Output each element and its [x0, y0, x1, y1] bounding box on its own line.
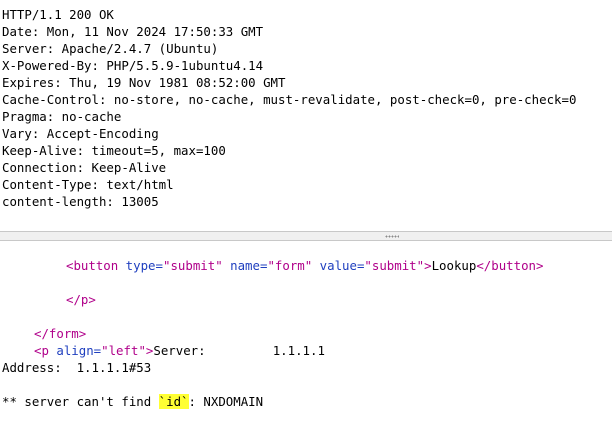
- p-align-value: "left": [101, 343, 146, 358]
- button-name-attr: name=: [222, 258, 268, 273]
- header-content-length: content-length: 13005: [2, 194, 159, 209]
- header-keep-alive: Keep-Alive: timeout=5, max=100: [2, 143, 226, 158]
- button-open-tag: <button: [66, 258, 119, 273]
- button-markup-line: <button type="submit" name="form" value=…: [66, 257, 543, 274]
- address-line: Address: 1.1.1.1#53: [2, 360, 152, 375]
- header-content-type: Content-Type: text/html: [2, 177, 174, 192]
- error-prefix: ** server can't find: [2, 394, 159, 409]
- button-name-value: "form": [267, 258, 313, 273]
- p-close-tag: </p>: [66, 292, 96, 307]
- button-value-attr: value=: [312, 258, 365, 273]
- splitter-grip-icon[interactable]: [385, 235, 399, 238]
- server-text: Server: 1.1.1.1: [153, 343, 325, 358]
- button-tag-end: >: [424, 258, 432, 273]
- search-highlight: `id`: [158, 394, 189, 409]
- button-type-value: "submit": [162, 258, 223, 273]
- button-type-attr: type=: [118, 258, 163, 273]
- header-date: Date: Mon, 11 Nov 2024 17:50:33 GMT: [2, 24, 264, 39]
- header-expires: Expires: Thu, 19 Nov 1981 08:52:00 GMT: [2, 75, 286, 90]
- status-line: HTTP/1.1 200 OK: [2, 7, 114, 22]
- response-headers-pane[interactable]: HTTP/1.1 200 OK Date: Mon, 11 Nov 2024 1…: [0, 0, 612, 231]
- header-pragma: Pragma: no-cache: [2, 109, 122, 124]
- p-open-tag: <p: [34, 343, 49, 358]
- pane-splitter[interactable]: [0, 231, 612, 241]
- error-line: ** server can't find `id`: NXDOMAIN: [2, 393, 263, 410]
- form-close-line: </form>: [34, 325, 86, 342]
- response-body-pane[interactable]: <button type="submit" name="form" value=…: [0, 241, 612, 428]
- button-text: Lookup: [431, 258, 477, 273]
- header-x-powered-by: X-Powered-By: PHP/5.5.9-1ubuntu4.14: [2, 58, 264, 73]
- header-server: Server: Apache/2.4.7 (Ubuntu): [2, 41, 219, 56]
- p-close-line: </p>: [66, 291, 96, 308]
- p-align-attr: align=: [48, 343, 102, 358]
- p-open-line: <p align="left">Server: 1.1.1.1: [34, 342, 325, 359]
- form-close-tag: </form>: [34, 326, 87, 341]
- header-vary: Vary: Accept-Encoding: [2, 126, 159, 141]
- button-value-value: "submit": [364, 258, 425, 273]
- header-cache-control: Cache-Control: no-store, no-cache, must-…: [2, 92, 577, 107]
- error-suffix: : NXDOMAIN: [188, 394, 264, 409]
- button-close-tag: </button>: [476, 258, 544, 273]
- header-connection: Connection: Keep-Alive: [2, 160, 167, 175]
